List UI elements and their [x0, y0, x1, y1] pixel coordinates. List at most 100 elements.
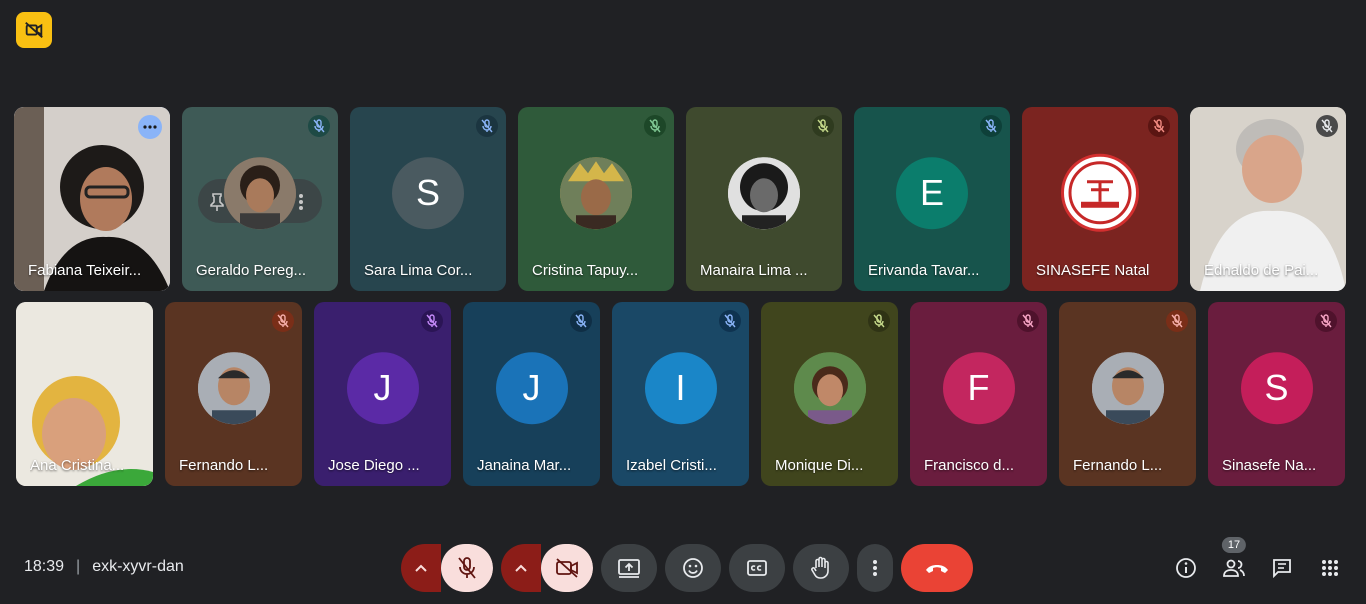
- video-off-indicator[interactable]: [16, 12, 52, 48]
- participant-tile[interactable]: Cristina Tapuy...: [518, 107, 674, 291]
- participant-tile[interactable]: J Jose Diego ...: [314, 302, 451, 486]
- camera-toggle-button[interactable]: [541, 544, 593, 592]
- participant-name: Monique Di...: [775, 457, 864, 474]
- participant-name: Sinasefe Na...: [1222, 457, 1317, 474]
- participant-name: Fabiana Teixeir...: [28, 262, 142, 279]
- participant-name: Geraldo Pereg...: [196, 262, 307, 279]
- participant-name: SINASEFE Natal: [1036, 262, 1150, 279]
- raise-hand-button[interactable]: [793, 544, 849, 592]
- video-settings-button[interactable]: [501, 544, 541, 592]
- mic-control: [401, 544, 493, 592]
- participant-name: Cristina Tapuy...: [532, 262, 639, 279]
- participant-avatar: J: [495, 352, 568, 425]
- participant-tile[interactable]: Fabiana Teixeir...: [14, 107, 170, 291]
- activities-button[interactable]: [1312, 548, 1348, 588]
- participant-name: Erivanda Tavar...: [868, 262, 980, 279]
- captions-icon: [747, 560, 767, 576]
- meeting-time: 18:39: [24, 558, 65, 575]
- present-screen-button[interactable]: [601, 544, 657, 592]
- camera-off-icon: [25, 21, 43, 39]
- participant-tile[interactable]: Ednaldo de Pai...: [1190, 107, 1346, 291]
- participant-tile[interactable]: SINASEFE Natal: [1022, 107, 1178, 291]
- mic-off-icon: [308, 115, 330, 137]
- participant-name: Fernando L...: [179, 457, 269, 474]
- captions-button[interactable]: [729, 544, 785, 592]
- participant-tile[interactable]: Ana Cristina...: [16, 302, 153, 486]
- participant-name: Jose Diego ...: [328, 457, 420, 474]
- meeting-code[interactable]: exk-xyvr-dan: [92, 558, 184, 576]
- participant-tile[interactable]: Monique Di...: [761, 302, 898, 486]
- chat-button[interactable]: [1264, 548, 1300, 588]
- mic-off-icon: [1315, 310, 1337, 332]
- participant-avatar: I: [644, 352, 717, 425]
- participant-avatar: [1091, 352, 1164, 425]
- participant-tile[interactable]: F Francisco d...: [910, 302, 1047, 486]
- mic-off-icon: [644, 115, 666, 137]
- avatar-letter: F: [967, 367, 990, 409]
- leave-call-button[interactable]: [901, 544, 973, 592]
- call-controls: [401, 544, 981, 592]
- mic-off-icon: [476, 115, 498, 137]
- participant-count-badge: 17: [1221, 537, 1247, 553]
- avatar-letter: E: [919, 172, 944, 214]
- send-reaction-button[interactable]: [665, 544, 721, 592]
- avatar-letter: J: [373, 367, 392, 409]
- mic-off-icon: [868, 310, 890, 332]
- more-vert-icon[interactable]: [298, 193, 304, 216]
- more-options-button[interactable]: [857, 544, 893, 592]
- participant-avatar: [1061, 153, 1139, 232]
- chevron-up-icon: [415, 564, 427, 572]
- mic-off-icon: [1166, 310, 1188, 332]
- mic-off-icon: [458, 557, 476, 579]
- mic-off-icon: [719, 310, 741, 332]
- participant-avatar: [560, 157, 632, 230]
- participant-grid-row-2: Ana Cristina... Fernando L... J Jose Die…: [16, 302, 1345, 486]
- participant-name: Ana Cristina...: [30, 457, 125, 474]
- participant-tile[interactable]: S Sara Lima Cor...: [350, 107, 506, 291]
- participant-avatar: J: [346, 352, 419, 425]
- participant-tile[interactable]: S Sinasefe Na...: [1208, 302, 1345, 486]
- emoji-icon: [683, 558, 703, 578]
- meeting-info-separator: |: [76, 558, 81, 575]
- more-options-icon[interactable]: [138, 115, 162, 139]
- participant-avatar: S: [392, 157, 464, 230]
- participant-tile[interactable]: Fernando L...: [165, 302, 302, 486]
- camera-control: [501, 544, 593, 592]
- participant-avatar: [793, 352, 866, 425]
- mic-off-icon: [980, 115, 1002, 137]
- participant-avatar: [224, 157, 296, 230]
- meeting-details-button[interactable]: [1168, 548, 1204, 588]
- pin-icon[interactable]: [210, 193, 224, 216]
- mic-off-icon: [1017, 310, 1039, 332]
- participant-avatar: S: [1240, 352, 1313, 425]
- participant-tile[interactable]: I Izabel Cristi...: [612, 302, 749, 486]
- participant-avatar: E: [896, 157, 968, 230]
- participant-tile[interactable]: Geraldo Pereg...: [182, 107, 338, 291]
- participant-tile[interactable]: Fernando L...: [1059, 302, 1196, 486]
- participant-avatar: F: [942, 352, 1015, 425]
- participant-tile[interactable]: J Janaina Mar...: [463, 302, 600, 486]
- microphone-toggle-button[interactable]: [441, 544, 493, 592]
- apps-icon: [1322, 560, 1338, 576]
- participant-name: Janaina Mar...: [477, 457, 572, 474]
- raise-hand-icon: [811, 556, 829, 579]
- mic-off-icon: [570, 310, 592, 332]
- mic-off-icon: [272, 310, 294, 332]
- people-icon: [1223, 559, 1245, 577]
- more-options-icon: [873, 560, 877, 576]
- chevron-up-icon: [515, 564, 527, 572]
- people-button[interactable]: 17: [1216, 537, 1252, 588]
- participant-tile[interactable]: E Erivanda Tavar...: [854, 107, 1010, 291]
- participant-name: Sara Lima Cor...: [364, 262, 473, 279]
- camera-off-icon: [556, 558, 578, 578]
- mic-off-icon: [1148, 115, 1170, 137]
- avatar-letter: S: [415, 172, 440, 214]
- chat-icon: [1273, 559, 1291, 579]
- audio-settings-button[interactable]: [401, 544, 441, 592]
- participant-name: Ednaldo de Pai...: [1204, 262, 1319, 279]
- avatar-letter: I: [675, 367, 686, 409]
- participant-tile[interactable]: Manaira Lima ...: [686, 107, 842, 291]
- hang-up-icon: [926, 565, 948, 573]
- info-icon: [1176, 558, 1196, 578]
- participant-grid-row-1: Fabiana Teixeir... Geraldo Pereg... S Sa…: [14, 107, 1358, 291]
